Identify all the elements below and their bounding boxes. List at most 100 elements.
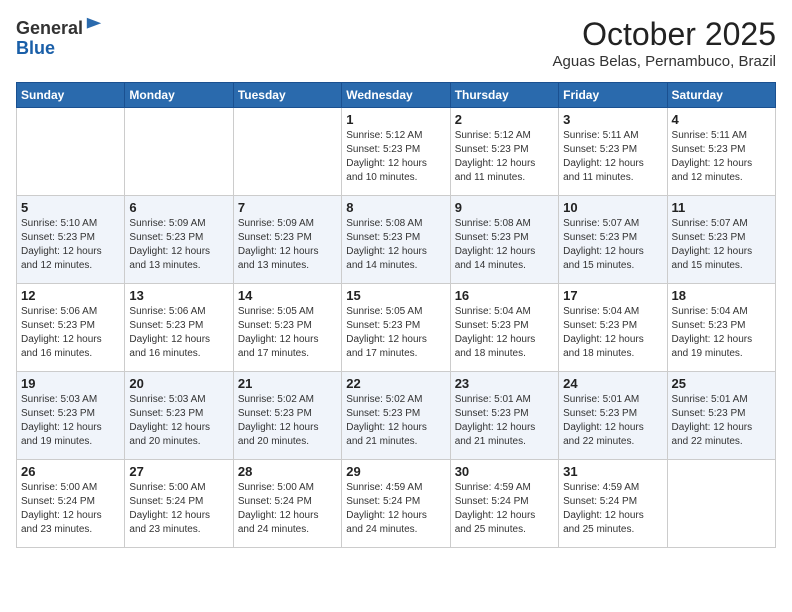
calendar-cell: 28 Sunrise: 5:00 AM Sunset: 5:24 PM Dayli… [233, 460, 341, 548]
calendar-cell: 13 Sunrise: 5:06 AM Sunset: 5:23 PM Dayli… [125, 284, 233, 372]
calendar-week-row: 12 Sunrise: 5:06 AM Sunset: 5:23 PM Dayli… [17, 284, 776, 372]
cell-info: Sunrise: 5:03 AM Sunset: 5:23 PM Dayligh… [21, 393, 120, 449]
calendar-cell: 4 Sunrise: 5:11 AM Sunset: 5:23 PM Daylig… [667, 108, 775, 196]
column-header-saturday: Saturday [667, 83, 775, 108]
calendar-cell [125, 108, 233, 196]
cell-info: Sunrise: 5:06 AM Sunset: 5:23 PM Dayligh… [21, 305, 120, 361]
cell-info: Sunrise: 5:07 AM Sunset: 5:23 PM Dayligh… [563, 217, 662, 273]
day-number: 11 [672, 200, 771, 215]
calendar-cell: 19 Sunrise: 5:03 AM Sunset: 5:23 PM Dayli… [17, 372, 125, 460]
calendar-cell: 20 Sunrise: 5:03 AM Sunset: 5:23 PM Dayli… [125, 372, 233, 460]
day-number: 9 [455, 200, 554, 215]
calendar-cell [667, 460, 775, 548]
column-header-monday: Monday [125, 83, 233, 108]
calendar-cell: 2Sunrise: 5:12 AM Sunset: 5:23 PM Daylig… [450, 108, 558, 196]
logo-general-text: General [16, 18, 83, 38]
day-number: 18 [672, 288, 771, 303]
cell-info: Sunrise: 5:06 AM Sunset: 5:23 PM Dayligh… [129, 305, 228, 361]
cell-info: Sunrise: 5:01 AM Sunset: 5:23 PM Dayligh… [563, 393, 662, 449]
cell-info: Sunrise: 5:04 AM Sunset: 5:23 PM Dayligh… [455, 305, 554, 361]
calendar-week-row: 5 Sunrise: 5:10 AM Sunset: 5:23 PM Daylig… [17, 196, 776, 284]
calendar-cell: 21 Sunrise: 5:02 AM Sunset: 5:23 PM Dayli… [233, 372, 341, 460]
cell-info: Sunrise: 5:01 AM Sunset: 5:23 PM Dayligh… [455, 393, 554, 449]
column-header-tuesday: Tuesday [233, 83, 341, 108]
day-number: 29 [346, 464, 445, 479]
cell-info: Sunrise: 5:11 AM Sunset: 5:23 PM Dayligh… [672, 129, 771, 185]
calendar-table: SundayMondayTuesdayWednesdayThursdayFrid… [16, 82, 776, 548]
day-number: 5 [21, 200, 120, 215]
day-number: 26 [21, 464, 120, 479]
calendar-cell: 24 Sunrise: 5:01 AM Sunset: 5:23 PM Dayli… [559, 372, 667, 460]
day-number: 20 [129, 376, 228, 391]
calendar-cell [17, 108, 125, 196]
calendar-cell: 12 Sunrise: 5:06 AM Sunset: 5:23 PM Dayli… [17, 284, 125, 372]
cell-info: Sunrise: 5:02 AM Sunset: 5:23 PM Dayligh… [346, 393, 445, 449]
logo: General Blue [16, 16, 103, 59]
day-number: 2 [455, 112, 554, 127]
calendar-cell: 14Sunrise: 5:05 AM Sunset: 5:23 PM Dayli… [233, 284, 341, 372]
cell-info: Sunrise: 5:00 AM Sunset: 5:24 PM Dayligh… [129, 481, 228, 537]
calendar-cell [233, 108, 341, 196]
column-header-friday: Friday [559, 83, 667, 108]
cell-info: Sunrise: 4:59 AM Sunset: 5:24 PM Dayligh… [563, 481, 662, 537]
logo-flag-icon [85, 16, 103, 34]
day-number: 30 [455, 464, 554, 479]
cell-info: Sunrise: 5:04 AM Sunset: 5:23 PM Dayligh… [672, 305, 771, 361]
column-header-thursday: Thursday [450, 83, 558, 108]
day-number: 4 [672, 112, 771, 127]
day-number: 21 [238, 376, 337, 391]
calendar-cell: 11Sunrise: 5:07 AM Sunset: 5:23 PM Dayli… [667, 196, 775, 284]
cell-info: Sunrise: 5:10 AM Sunset: 5:23 PM Dayligh… [21, 217, 120, 273]
cell-info: Sunrise: 5:08 AM Sunset: 5:23 PM Dayligh… [346, 217, 445, 273]
cell-info: Sunrise: 5:02 AM Sunset: 5:23 PM Dayligh… [238, 393, 337, 449]
calendar-cell: 16 Sunrise: 5:04 AM Sunset: 5:23 PM Dayli… [450, 284, 558, 372]
day-number: 25 [672, 376, 771, 391]
cell-info: Sunrise: 5:03 AM Sunset: 5:23 PM Dayligh… [129, 393, 228, 449]
day-number: 15 [346, 288, 445, 303]
calendar-header-row: SundayMondayTuesdayWednesdayThursdayFrid… [17, 83, 776, 108]
calendar-cell: 15 Sunrise: 5:05 AM Sunset: 5:23 PM Dayli… [342, 284, 450, 372]
day-number: 14 [238, 288, 337, 303]
day-number: 17 [563, 288, 662, 303]
calendar-week-row: 19 Sunrise: 5:03 AM Sunset: 5:23 PM Dayli… [17, 372, 776, 460]
calendar-cell: 26Sunrise: 5:00 AM Sunset: 5:24 PM Dayli… [17, 460, 125, 548]
calendar-week-row: 26 Sunrise: 5:00 AM Sunset: 5:24 PM Dayli… [17, 460, 776, 548]
day-number: 16 [455, 288, 554, 303]
month-title: October 2025 [553, 16, 776, 53]
calendar-cell: 17Sunrise: 5:04 AM Sunset: 5:23 PM Dayli… [559, 284, 667, 372]
calendar-cell: 31Sunrise: 4:59 AM Sunset: 5:24 PM Dayli… [559, 460, 667, 548]
calendar-cell: 25Sunrise: 5:01 AM Sunset: 5:23 PM Dayli… [667, 372, 775, 460]
logo-blue-text: Blue [16, 39, 55, 59]
day-number: 6 [129, 200, 228, 215]
day-number: 27 [129, 464, 228, 479]
cell-info: Sunrise: 5:08 AM Sunset: 5:23 PM Dayligh… [455, 217, 554, 273]
day-number: 10 [563, 200, 662, 215]
column-header-sunday: Sunday [17, 83, 125, 108]
calendar-cell: 3Sunrise: 5:11 AM Sunset: 5:23 PM Daylig… [559, 108, 667, 196]
day-number: 24 [563, 376, 662, 391]
day-number: 8 [346, 200, 445, 215]
day-number: 19 [21, 376, 120, 391]
cell-info: Sunrise: 5:09 AM Sunset: 5:23 PM Dayligh… [129, 217, 228, 273]
calendar-cell: 27 Sunrise: 5:00 AM Sunset: 5:24 PM Dayli… [125, 460, 233, 548]
calendar-cell: 5 Sunrise: 5:10 AM Sunset: 5:23 PM Daylig… [17, 196, 125, 284]
calendar-cell: 7Sunrise: 5:09 AM Sunset: 5:23 PM Daylig… [233, 196, 341, 284]
day-number: 28 [238, 464, 337, 479]
cell-info: Sunrise: 4:59 AM Sunset: 5:24 PM Dayligh… [455, 481, 554, 537]
cell-info: Sunrise: 5:00 AM Sunset: 5:24 PM Dayligh… [238, 481, 337, 537]
day-number: 3 [563, 112, 662, 127]
calendar-cell: 1Sunrise: 5:12 AM Sunset: 5:23 PM Daylig… [342, 108, 450, 196]
calendar-cell: 29Sunrise: 4:59 AM Sunset: 5:24 PM Dayli… [342, 460, 450, 548]
calendar-cell: 30 Sunrise: 4:59 AM Sunset: 5:24 PM Dayli… [450, 460, 558, 548]
cell-info: Sunrise: 5:05 AM Sunset: 5:23 PM Dayligh… [346, 305, 445, 361]
title-block: October 2025 Aguas Belas, Pernambuco, Br… [553, 16, 776, 70]
day-number: 12 [21, 288, 120, 303]
calendar-cell: 10 Sunrise: 5:07 AM Sunset: 5:23 PM Dayli… [559, 196, 667, 284]
day-number: 23 [455, 376, 554, 391]
day-number: 22 [346, 376, 445, 391]
calendar-week-row: 1Sunrise: 5:12 AM Sunset: 5:23 PM Daylig… [17, 108, 776, 196]
calendar-cell: 6 Sunrise: 5:09 AM Sunset: 5:23 PM Daylig… [125, 196, 233, 284]
calendar-cell: 18 Sunrise: 5:04 AM Sunset: 5:23 PM Dayli… [667, 284, 775, 372]
day-number: 7 [238, 200, 337, 215]
day-number: 13 [129, 288, 228, 303]
